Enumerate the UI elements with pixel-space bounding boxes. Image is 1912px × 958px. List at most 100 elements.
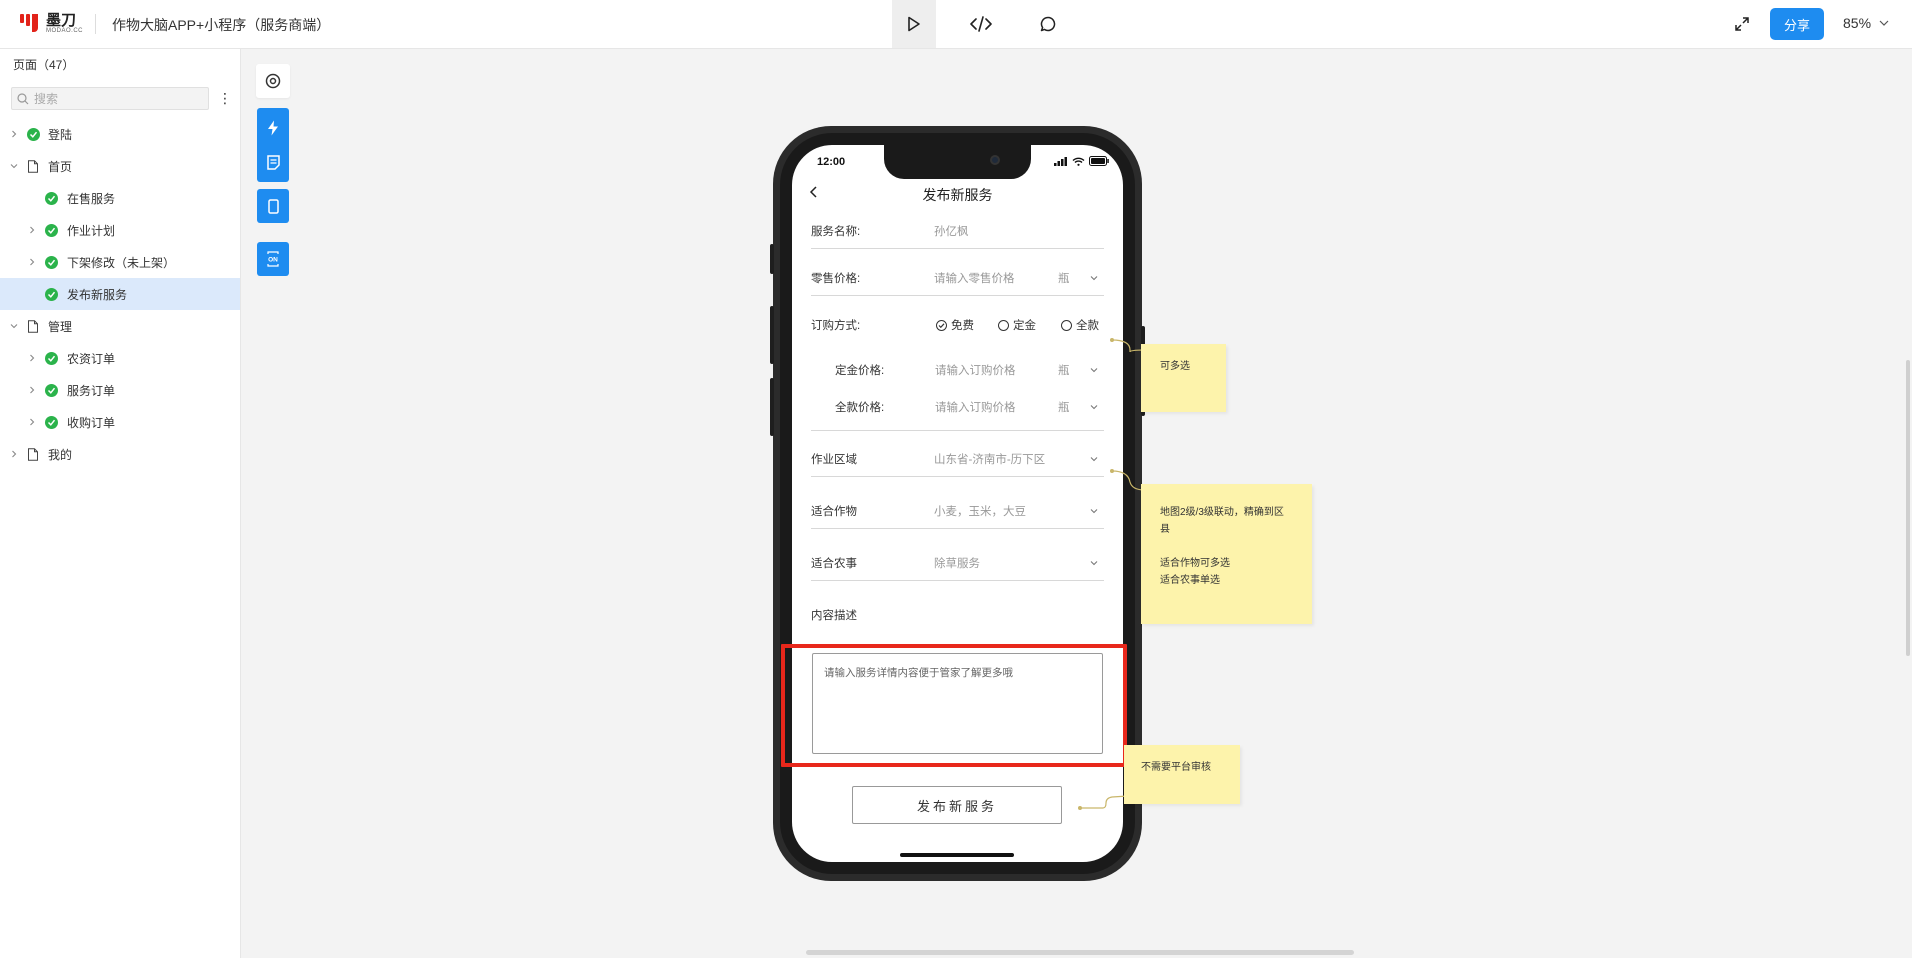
order-method-row: 订购方式: 免费 定金 全款 (811, 317, 1104, 333)
divider (811, 476, 1104, 477)
service-name-label: 服务名称: (811, 226, 861, 238)
crops-row[interactable]: 适合作物 小麦，玉米，大豆 (811, 503, 1104, 519)
more-options-icon[interactable]: ⋮ (218, 89, 232, 107)
chevron-down-icon[interactable] (1089, 402, 1099, 412)
tool-group (257, 108, 289, 182)
work-area-row[interactable]: 作业区域 山东省-济南市-历下区 (811, 451, 1104, 467)
radio-label: 定金 (1013, 320, 1036, 332)
camera-icon (990, 155, 1000, 165)
chevron-down-icon[interactable] (9, 161, 19, 171)
chevron-right-icon[interactable] (9, 449, 19, 459)
description-row: 内容描述 (811, 607, 1104, 623)
device-button[interactable] (257, 189, 289, 223)
search-input[interactable]: 搜索 (11, 87, 209, 110)
tree-item-work-plan[interactable]: 作业计划 (0, 214, 240, 246)
chevron-right-icon[interactable] (27, 385, 37, 395)
retail-price-label: 零售价格: (811, 273, 861, 285)
tree-item-unlisted-edit[interactable]: 下架修改（未上架） (0, 246, 240, 278)
expand-icon (1735, 17, 1749, 31)
tree-item-purchase-orders[interactable]: 收购订单 (0, 406, 240, 438)
sticky-note-no-review[interactable]: 不需要平台审核 (1124, 745, 1240, 804)
deposit-price-input[interactable]: 请输入订购价格 (935, 362, 1016, 378)
unit-select[interactable]: 瓶 (1058, 270, 1070, 286)
tree-item-home[interactable]: 首页 (0, 150, 240, 182)
sticky-note-multi-select[interactable]: 可多选 (1141, 344, 1226, 412)
divider (811, 580, 1104, 581)
comment-button[interactable] (1026, 0, 1070, 48)
project-title: 作物大脑APP+小程序（服务商端） (112, 17, 331, 33)
sticky-note-region-linkage[interactable]: 地图2级/3级联动，精确到区 县 适合作物可多选 适合农事单选 (1141, 484, 1312, 624)
fullscreen-button[interactable] (1730, 12, 1754, 36)
radio-free[interactable]: 免费 (936, 317, 974, 333)
svg-text:ON: ON (268, 257, 278, 264)
notes-button[interactable] (266, 145, 280, 179)
zoom-value: 85% (1843, 15, 1872, 31)
unit-select[interactable]: 瓶 (1058, 362, 1070, 378)
chevron-right-icon[interactable] (27, 353, 37, 363)
publish-service-button[interactable]: 发布新服务 (852, 786, 1062, 824)
target-tool-button[interactable] (256, 64, 290, 98)
retail-price-input[interactable]: 请输入零售价格 (934, 270, 1015, 286)
toggle-on-button[interactable]: ON (257, 242, 289, 276)
tree-item-label: 农资订单 (67, 351, 116, 366)
retail-price-row: 零售价格: 请输入零售价格 瓶 (811, 270, 1104, 286)
note-text: 地图2级/3级联动，精确到区 (1160, 507, 1284, 518)
tree-item-mine[interactable]: 我的 (0, 438, 240, 470)
chevron-right-icon[interactable] (9, 129, 19, 139)
toggle-on-icon: ON (267, 251, 279, 267)
divider (811, 295, 1104, 296)
phone-icon (267, 198, 279, 214)
check-circle-icon (45, 287, 58, 301)
chevron-down-icon[interactable] (1089, 558, 1099, 568)
logo-subtext: MODAO.CC (46, 27, 83, 34)
work-area-value[interactable]: 山东省-济南市-历下区 (934, 451, 1045, 467)
service-name-input[interactable]: 孙亿枫 (934, 223, 969, 239)
radio-deposit[interactable]: 定金 (998, 317, 1036, 333)
chevron-down-icon[interactable] (9, 321, 19, 331)
crops-value[interactable]: 小麦，玉米，大豆 (934, 503, 1026, 519)
interaction-button[interactable] (267, 111, 279, 145)
home-indicator (900, 853, 1014, 857)
lightning-icon (268, 120, 278, 136)
chevron-right-icon[interactable] (27, 225, 37, 235)
chevron-down-icon[interactable] (1089, 506, 1099, 516)
unit-select[interactable]: 瓶 (1058, 399, 1070, 415)
play-button[interactable] (892, 0, 936, 48)
page-title: 发布新服务 (922, 187, 993, 203)
note-text: 不需要平台审核 (1141, 762, 1211, 773)
radio-full[interactable]: 全款 (1061, 317, 1099, 333)
tree-item-service-orders[interactable]: 服务订单 (0, 374, 240, 406)
tree-item-manage[interactable]: 管理 (0, 310, 240, 342)
radio-checked-icon (936, 319, 947, 331)
canvas-toolstrip: ON (256, 64, 290, 276)
tree-item-agri-orders[interactable]: 农资订单 (0, 342, 240, 374)
chevron-right-icon[interactable] (27, 257, 37, 267)
phone-notch (884, 145, 1031, 179)
tree-item-on-sale-services[interactable]: 在售服务 (0, 182, 240, 214)
tree-item-publish-service[interactable]: 发布新服务 (0, 278, 240, 310)
tree-item-login[interactable]: 登陆 (0, 118, 240, 150)
zoom-select[interactable]: 85% (1843, 15, 1889, 31)
radio-unchecked-icon (998, 319, 1009, 331)
farming-value[interactable]: 除草服务 (934, 555, 980, 571)
check-circle-icon (45, 351, 58, 365)
tree-item-label: 下架修改（未上架） (67, 255, 176, 270)
app-logo[interactable]: 墨刀 MODAO.CC (20, 12, 83, 34)
divider (811, 430, 1104, 431)
vertical-scrollbar[interactable] (1906, 360, 1910, 656)
description-label: 内容描述 (811, 610, 857, 622)
logo-text: 墨刀 (46, 11, 77, 29)
tree-item-label: 作业计划 (67, 223, 116, 238)
chevron-down-icon[interactable] (1089, 365, 1099, 375)
chevron-down-icon[interactable] (1089, 273, 1099, 283)
pages-sidebar: 页面（47） 搜索 ⋮ 登陆 首页 在售服务 作业计划 下架修改（未上架） 发布… (0, 49, 241, 958)
horizontal-scrollbar[interactable] (806, 950, 1354, 955)
code-button[interactable] (959, 0, 1003, 48)
document-icon (266, 154, 280, 170)
chevron-right-icon[interactable] (27, 417, 37, 427)
tree-item-label: 登陆 (48, 127, 73, 142)
share-button[interactable]: 分享 (1770, 8, 1824, 40)
chevron-down-icon[interactable] (1089, 454, 1099, 464)
full-price-input[interactable]: 请输入订购价格 (935, 399, 1016, 415)
farming-row[interactable]: 适合农事 除草服务 (811, 555, 1104, 571)
